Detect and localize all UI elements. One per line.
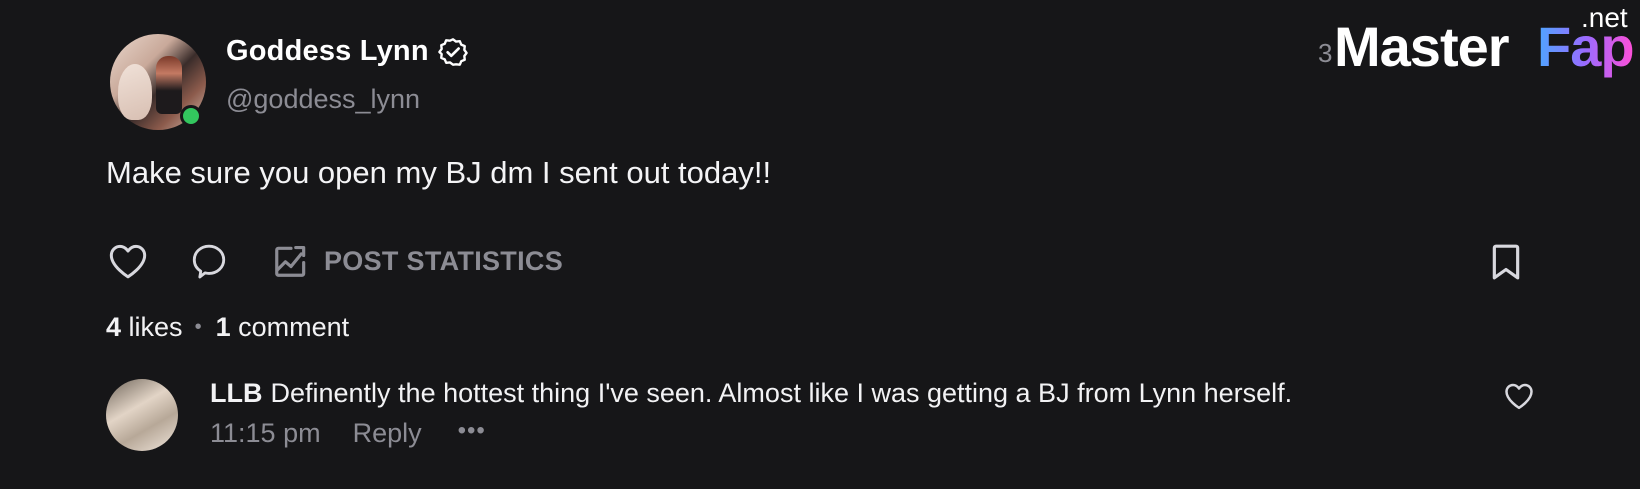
heart-icon <box>1505 383 1533 410</box>
chart-image-icon <box>275 245 306 277</box>
bookmark-icon <box>1492 244 1520 280</box>
comment-reply-button[interactable]: Reply <box>353 418 422 449</box>
watermark-text-fap: Fap <box>1537 15 1635 78</box>
comment-more-button[interactable]: ••• <box>458 417 486 445</box>
heart-icon <box>109 244 147 279</box>
likes-count[interactable]: 4 likes <box>106 312 183 343</box>
online-status-dot <box>180 105 202 127</box>
post-timestamp: 3 <box>1318 38 1333 68</box>
avatar-photo-foot <box>118 64 152 120</box>
post-view: Goddess Lynn @goddess_lynn 3 Master Fap … <box>0 0 1640 489</box>
post-body-text: Make sure you open my BJ dm I sent out t… <box>106 155 772 190</box>
comment-author[interactable]: LLB <box>210 378 262 408</box>
post-statistics-button[interactable]: POST STATISTICS <box>272 242 563 280</box>
commenter-avatar[interactable] <box>106 379 178 451</box>
verified-badge-icon <box>437 37 468 66</box>
bookmark-button[interactable] <box>1488 242 1524 282</box>
comment-time: 11:15 pm <box>210 418 321 448</box>
avatar-photo-figure <box>156 56 182 114</box>
engagement-counts: 4 likes • 1 comment <box>106 312 349 343</box>
comment-bubble-icon <box>192 244 226 279</box>
comment-text-row: LLB Definently the hottest thing I've see… <box>210 378 1292 409</box>
author-name[interactable]: Goddess Lynn <box>226 35 429 68</box>
like-button[interactable] <box>108 242 148 280</box>
post-statistics-label: POST STATISTICS <box>324 245 564 276</box>
comment-text: Definently the hottest thing I've seen. … <box>270 378 1293 408</box>
watermark-logo: Master Fap .net <box>1334 2 1640 82</box>
comment-meta: 11:15 pm Reply ••• <box>210 417 486 449</box>
watermark-text-net: .net <box>1581 2 1628 33</box>
count-separator: • <box>194 316 202 338</box>
comment-like-button[interactable] <box>1504 382 1534 415</box>
author-name-row[interactable]: Goddess Lynn <box>226 35 469 68</box>
watermark-text-master: Master <box>1334 15 1510 78</box>
comment-button[interactable] <box>190 242 228 282</box>
comments-count[interactable]: 1 comment <box>216 312 350 343</box>
author-handle[interactable]: @goddess_lynn <box>226 84 420 115</box>
